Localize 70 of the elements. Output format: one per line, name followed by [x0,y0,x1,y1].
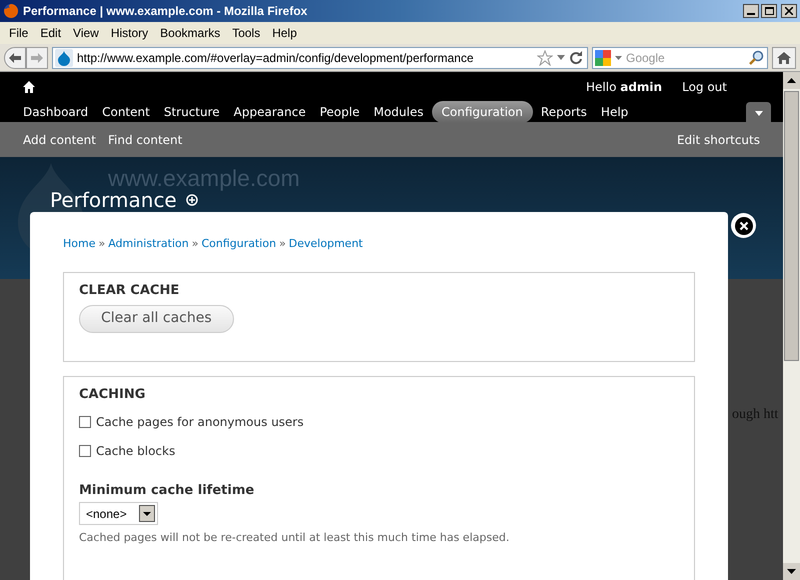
scrollbar[interactable] [783,72,800,580]
breadcrumb-link[interactable]: Administration [108,236,189,252]
home-icon [777,52,791,64]
home-button[interactable] [772,46,796,68]
caret-icon [754,110,762,116]
shortcut-link[interactable]: Add content [23,130,96,148]
menu-item[interactable]: History [106,24,154,42]
star-icon[interactable] [537,50,553,66]
breadcrumb-separator: » [279,236,286,252]
menu-item[interactable]: Edit [35,24,66,42]
dropdown-arrow-icon[interactable] [557,55,565,60]
home-icon[interactable] [23,81,35,93]
shortcuts-toggle-button[interactable] [746,102,771,124]
checkbox-label: Cache pages for anonymous users [96,414,304,430]
scroll-up-icon[interactable] [783,72,800,89]
greeting-text: Hello admin [586,79,662,96]
dropdown-arrow-icon[interactable] [615,56,622,60]
lifetime-select[interactable]: <none> [79,502,158,525]
menu-item[interactable]: File [4,24,34,42]
google-logo-icon [595,50,611,66]
toolbar-tab[interactable]: Reports [534,100,593,122]
back-button[interactable] [4,46,26,68]
checkbox[interactable] [79,444,91,456]
firefox-logo-icon [3,3,19,19]
breadcrumb-separator: » [192,236,198,252]
back-arrow-icon [9,52,21,62]
toolbar-tab[interactable]: Content [96,100,156,122]
checkbox[interactable] [79,416,91,428]
breadcrumb-separator: » [98,236,106,252]
search-bar[interactable]: Google [592,46,768,68]
field-description: Cached pages will not be re-created until at least this much time has elapsed. [79,530,510,546]
menu-item[interactable]: View [68,24,104,42]
shortcut-link[interactable]: Find content [108,130,182,148]
maximize-icon [764,7,774,15]
section-legend: CLEAR CACHE [79,281,679,300]
scroll-thumb[interactable] [784,91,799,361]
close-button[interactable] [781,4,797,18]
clear-caches-button[interactable]: Clear all caches [79,304,234,332]
toolbar-tab[interactable]: Modules [368,100,430,122]
breadcrumb-link[interactable]: Configuration [201,236,276,252]
search-icon[interactable] [748,50,764,66]
window-title: Performance | www.example.com - Mozilla Firefox [23,3,308,20]
close-icon [785,7,793,15]
minimize-button[interactable] [743,4,759,18]
toolbar-tab[interactable]: Help [594,100,634,122]
edit-shortcuts-link[interactable]: Edit shortcuts [676,130,760,148]
field-label: Minimum cache lifetime [79,482,256,500]
toolbar-tab[interactable]: Configuration [432,100,533,122]
menu-item[interactable]: Bookmarks [155,24,226,42]
page-title: Performance [50,190,177,210]
menu-item[interactable]: Tools [227,24,266,42]
breadcrumb-link[interactable]: Development [288,236,363,252]
search-field[interactable]: Google [626,48,744,66]
toolbar-tab[interactable]: Dashboard [17,100,94,122]
forward-arrow-icon [31,52,43,62]
scroll-down-icon[interactable] [783,563,800,580]
maximize-button[interactable] [761,4,777,18]
logout-link[interactable]: Log out [682,78,727,96]
toolbar-tab[interactable]: Appearance [228,100,312,122]
drop-icon [55,48,73,66]
reload-icon[interactable] [569,50,583,64]
section-legend: CACHING [79,385,679,404]
address-field[interactable]: http://www.example.com/#overlay=admin/config/development/performance [52,46,588,68]
add-shortcut-icon[interactable] [186,194,198,206]
toolbar-tab[interactable]: People [314,100,366,122]
toolbar-tab[interactable]: Structure [158,100,226,122]
checkbox-label: Cache blocks [96,442,176,460]
menu-item[interactable]: Help [267,24,302,42]
breadcrumb-link[interactable]: Home [63,236,96,252]
minimize-icon [747,13,755,15]
